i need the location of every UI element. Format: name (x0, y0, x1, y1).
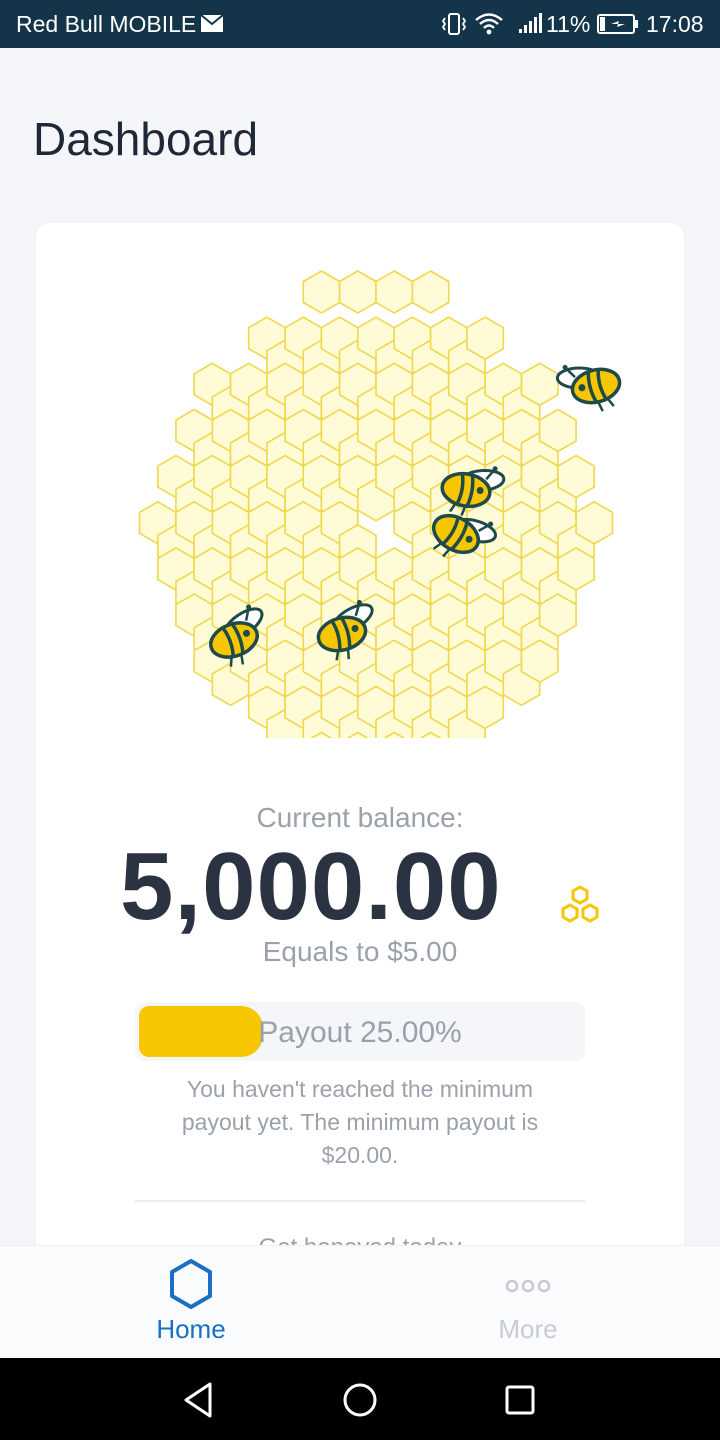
vibrate-icon (441, 13, 467, 35)
nav-home[interactable]: Home (91, 1246, 291, 1359)
honeycomb-icon (561, 885, 599, 923)
battery-charging-icon (597, 14, 638, 34)
home-circle-icon[interactable] (338, 1378, 382, 1422)
mail-icon (200, 14, 224, 32)
bottom-nav: Home More (0, 1245, 720, 1358)
carrier-name: Red Bull MOBILE (16, 11, 197, 37)
honeycomb-cell (411, 270, 450, 314)
recents-icon[interactable] (498, 1378, 542, 1422)
payout-minimum-note: You haven't reached the minimum payout y… (181, 1076, 539, 1168)
more-dots-icon (505, 1279, 551, 1293)
bee-icon (555, 364, 622, 412)
balance-equivalent: Equals to $5.00 (262, 936, 458, 967)
balance-value: 5,000.00 (120, 833, 502, 940)
signal-icon (519, 13, 542, 33)
balance-label: Current balance: (256, 802, 464, 833)
honeycomb-cell (338, 270, 377, 314)
clock: 17:08 (646, 11, 704, 37)
divider (135, 1200, 585, 1202)
nav-home-label: Home (156, 1314, 226, 1344)
status-bar: Red Bull MOBILE 11% 17:08 (0, 0, 720, 48)
page-title: Dashboard (33, 113, 259, 165)
hexagon-icon (170, 1259, 212, 1309)
nav-more[interactable]: More (428, 1246, 628, 1359)
wifi-icon (475, 13, 503, 35)
hive-illustration (138, 270, 622, 738)
nav-more-label: More (498, 1314, 558, 1344)
honeycomb-cell (302, 270, 341, 314)
back-icon[interactable] (178, 1378, 222, 1422)
payout-progress-label: Payout 25.00% (258, 1016, 462, 1049)
system-navigation-bar (0, 1358, 720, 1440)
balance-row: 5,000.00 (120, 832, 600, 942)
honeycomb-cell (375, 270, 414, 314)
payout-progress-bar: Payout 25.00% (135, 1002, 585, 1061)
battery-percent: 11% (546, 11, 591, 37)
honeycomb-cells (138, 270, 614, 738)
